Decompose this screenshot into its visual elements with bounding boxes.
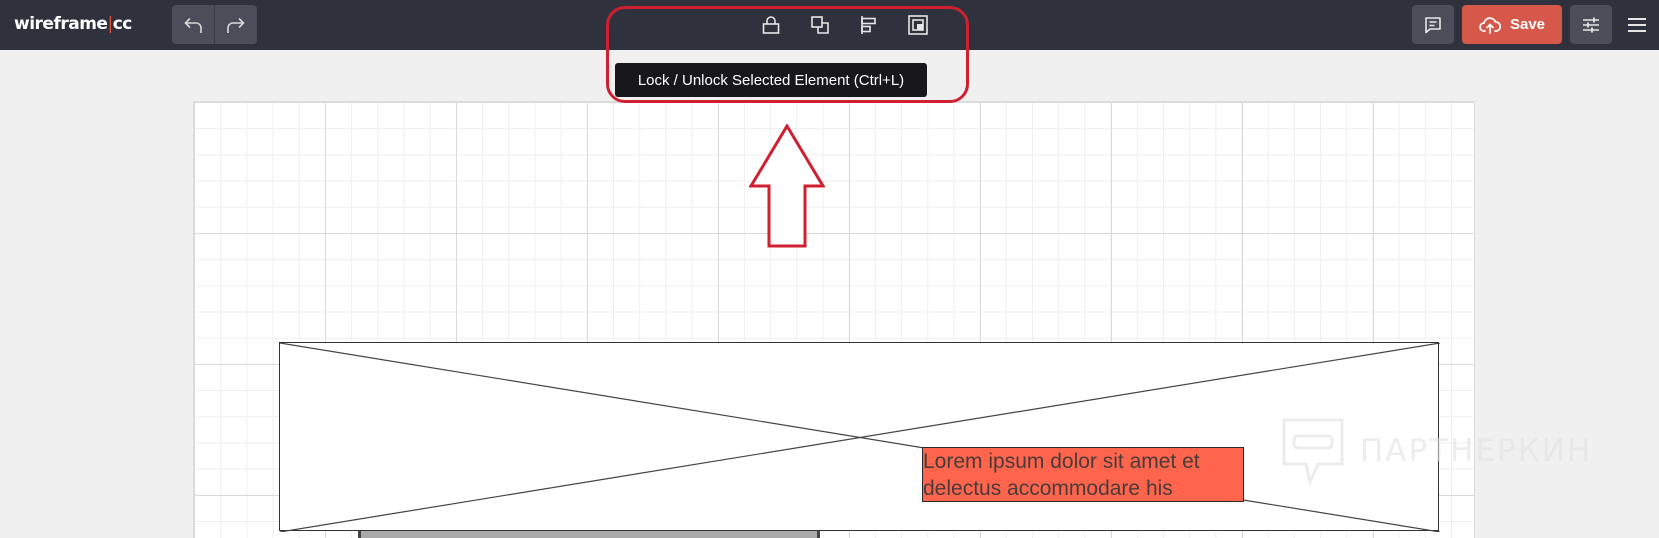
undo-redo-group xyxy=(172,5,257,44)
comment-icon xyxy=(1425,16,1441,33)
align-icon xyxy=(861,16,876,34)
main-menu-button[interactable] xyxy=(1624,11,1650,39)
save-label: Save xyxy=(1509,16,1546,33)
group-icon xyxy=(908,15,928,35)
watermark-logo-icon xyxy=(1282,418,1344,486)
element-tools xyxy=(755,11,934,39)
top-toolbar: wireframe|cc Save xyxy=(0,0,1659,50)
group-button[interactable] xyxy=(902,11,934,39)
duplicate-icon xyxy=(811,16,829,34)
image-placeholder-cross xyxy=(280,343,1440,532)
hamburger-icon xyxy=(1628,18,1646,32)
redo-button[interactable] xyxy=(215,5,257,44)
watermark-text: ПАРТНЕРКИН xyxy=(1360,433,1593,469)
image-placeholder[interactable] xyxy=(279,342,1440,532)
comments-button[interactable] xyxy=(1412,5,1454,44)
text-element[interactable]: Lorem ipsum dolor sit amet et delectus a… xyxy=(922,447,1244,502)
lock-icon xyxy=(762,16,780,34)
annotation-arrow-icon xyxy=(749,124,825,248)
gray-block-element[interactable] xyxy=(358,531,820,538)
redo-icon xyxy=(227,17,245,33)
cloud-upload-icon xyxy=(1479,16,1501,34)
undo-icon xyxy=(184,17,202,33)
lock-button[interactable] xyxy=(755,11,787,39)
app-logo[interactable]: wireframe|cc xyxy=(14,14,132,34)
logo-text-left: wireframe xyxy=(14,14,108,34)
lock-tooltip: Lock / Unlock Selected Element (Ctrl+L) xyxy=(615,63,927,97)
logo-text-right: cc xyxy=(112,14,133,34)
watermark: ПАРТНЕРКИН xyxy=(1280,416,1592,486)
settings-button[interactable] xyxy=(1570,5,1612,44)
duplicate-button[interactable] xyxy=(804,11,836,39)
sliders-icon xyxy=(1583,17,1599,32)
undo-button[interactable] xyxy=(172,5,215,44)
align-button[interactable] xyxy=(853,11,885,39)
save-button[interactable]: Save xyxy=(1462,5,1562,44)
